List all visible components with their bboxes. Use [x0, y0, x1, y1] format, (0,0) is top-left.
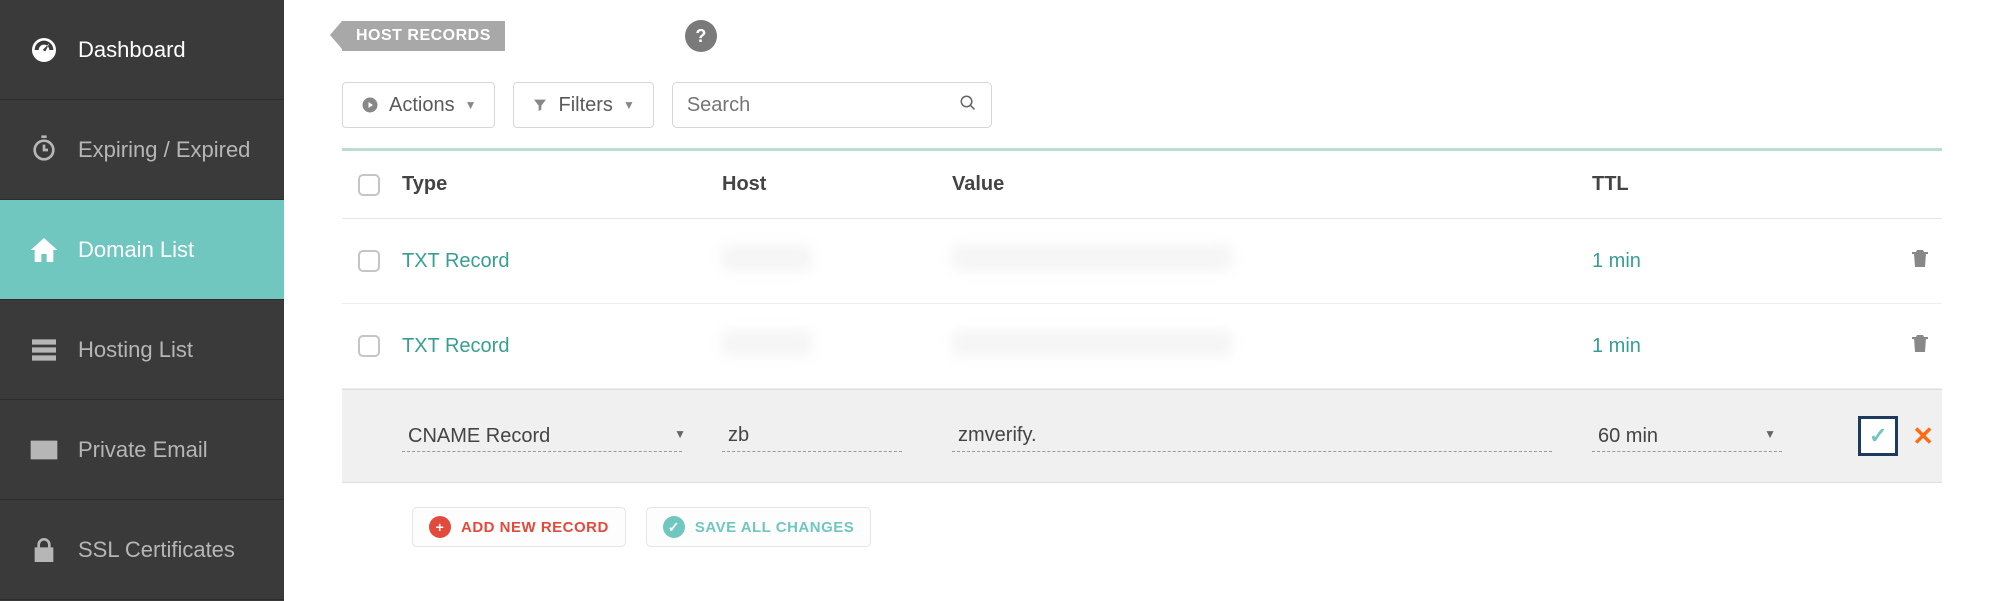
add-new-record-button[interactable]: + ADD NEW RECORD: [412, 507, 626, 547]
table-row: TXT Record 1 min: [342, 219, 1942, 304]
main-content: HOST RECORDS ? Actions ▼ Filters ▼: [284, 0, 2000, 601]
sidebar-item-label: Private Email: [78, 437, 208, 463]
record-type[interactable]: TXT Record: [402, 335, 722, 358]
stopwatch-icon: [28, 134, 60, 166]
record-type[interactable]: TXT Record: [402, 250, 722, 273]
confirm-button[interactable]: ✓: [1858, 416, 1898, 456]
record-value: [952, 330, 1592, 362]
sidebar-item-dashboard[interactable]: Dashboard: [0, 0, 284, 100]
sidebar-item-domain-list[interactable]: Domain List: [0, 200, 284, 300]
col-type: Type: [402, 173, 722, 196]
search-icon: [959, 94, 977, 117]
edit-row: CNAME Record 60 min ✓ ✕: [342, 389, 1942, 483]
record-host: [722, 245, 952, 277]
sidebar-item-expiring[interactable]: Expiring / Expired: [0, 100, 284, 200]
cancel-button[interactable]: ✕: [1912, 421, 1934, 452]
record-ttl[interactable]: 1 min: [1592, 335, 1822, 358]
lock-icon: [28, 534, 60, 566]
record-type-select[interactable]: CNAME Record: [402, 421, 682, 452]
sidebar-item-label: Hosting List: [78, 337, 193, 363]
gauge-icon: [28, 34, 60, 66]
trash-icon[interactable]: [1908, 246, 1932, 276]
search-input[interactable]: [687, 94, 959, 117]
plus-icon: +: [429, 516, 451, 538]
record-value: [952, 245, 1592, 277]
search-field[interactable]: [672, 82, 992, 128]
trash-icon[interactable]: [1908, 331, 1932, 361]
server-icon: [28, 334, 60, 366]
sidebar-item-private-email[interactable]: Private Email: [0, 400, 284, 500]
sidebar-item-label: Dashboard: [78, 37, 186, 63]
sidebar-item-label: SSL Certificates: [78, 537, 235, 563]
section-tag: HOST RECORDS: [342, 21, 505, 51]
save-all-changes-button[interactable]: ✓ SAVE ALL CHANGES: [646, 507, 871, 547]
envelope-icon: [28, 434, 60, 466]
host-records-table: Type Host Value TTL TXT Record 1 min TXT…: [342, 148, 1942, 483]
ttl-select[interactable]: 60 min: [1592, 421, 1782, 452]
caret-down-icon: ▼: [623, 98, 635, 112]
filters-dropdown[interactable]: Filters ▼: [513, 82, 653, 128]
sidebar-item-hosting-list[interactable]: Hosting List: [0, 300, 284, 400]
table-header: Type Host Value TTL: [342, 148, 1942, 219]
sidebar-item-label: Domain List: [78, 237, 194, 263]
funnel-icon: [532, 97, 548, 113]
record-host: [722, 330, 952, 362]
col-ttl: TTL: [1592, 173, 1822, 196]
host-input[interactable]: [722, 420, 902, 452]
row-checkbox[interactable]: [358, 335, 380, 357]
record-ttl[interactable]: 1 min: [1592, 250, 1822, 273]
play-icon: [361, 96, 379, 114]
sidebar-item-label: Expiring / Expired: [78, 137, 250, 163]
col-host: Host: [722, 173, 952, 196]
house-icon: [28, 234, 60, 266]
col-value: Value: [952, 173, 1592, 196]
check-icon: ✓: [663, 516, 685, 538]
select-all-checkbox[interactable]: [358, 174, 380, 196]
sidebar: Dashboard Expiring / Expired Domain List…: [0, 0, 284, 601]
caret-down-icon: ▼: [465, 98, 477, 112]
actions-dropdown[interactable]: Actions ▼: [342, 82, 495, 128]
table-row: TXT Record 1 min: [342, 304, 1942, 389]
row-checkbox[interactable]: [358, 250, 380, 272]
sidebar-item-ssl[interactable]: SSL Certificates: [0, 500, 284, 600]
value-input[interactable]: [952, 420, 1552, 452]
help-icon[interactable]: ?: [685, 20, 717, 52]
